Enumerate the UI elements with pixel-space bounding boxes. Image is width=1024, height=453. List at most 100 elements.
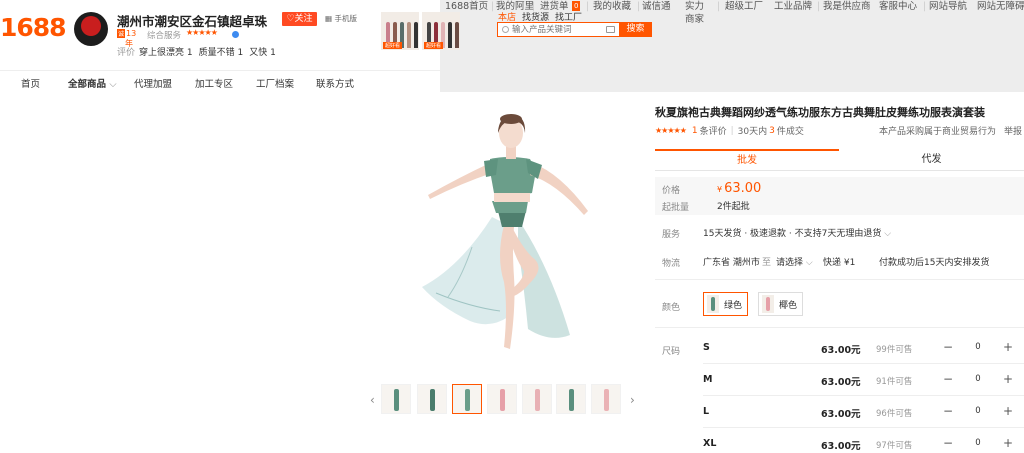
destination-select[interactable]: 请选择 ⌵ [776, 255, 813, 268]
moq-value: 2件起批 [717, 202, 750, 212]
nav-divider: | [637, 1, 641, 12]
increment-button[interactable]: + [1000, 339, 1016, 355]
sales-prefix: 30天内 [737, 127, 768, 137]
thumbnail[interactable] [556, 384, 586, 414]
nav-service-center[interactable]: 客服中心 [879, 0, 917, 13]
sales-unit: 件成交 [776, 127, 804, 137]
search-button[interactable]: 搜索 [619, 22, 652, 37]
size-label: 尺码 [662, 347, 681, 357]
review-tag[interactable]: 穿上很漂亮 1 [139, 45, 193, 58]
review-count[interactable]: 1 [692, 126, 698, 136]
size-stock: 99件可售 [876, 345, 913, 355]
shop-nav-contact[interactable]: 联系方式 [316, 76, 354, 90]
color-swatch [707, 295, 719, 313]
report-link[interactable]: 举报 [1004, 124, 1022, 137]
price: ¥63.00 [717, 181, 761, 196]
tab-wholesale[interactable]: 批发 [655, 149, 839, 171]
quantity-input[interactable] [956, 435, 1000, 451]
shop-nav-agency[interactable]: 代理加盟 [134, 76, 172, 90]
size-price: 63.00元 [821, 345, 861, 356]
nav-supplier[interactable]: 我是供应商 [823, 0, 871, 13]
quantity-input[interactable] [956, 339, 1000, 355]
increment-button[interactable]: + [1000, 403, 1016, 419]
thumbnail[interactable] [417, 384, 447, 414]
camera-icon[interactable] [606, 26, 615, 33]
rating-stars: ★★★★★ [186, 28, 218, 37]
service-info[interactable]: 15天发货 · 极速退款 · 不支持7天无理由退货 ⌵ [703, 226, 891, 239]
decrement-button[interactable]: − [940, 403, 956, 419]
currency-symbol: ¥ [717, 185, 723, 194]
product-meta: ★★★★★ 1 条评价 | 30天内 3 件成交 [655, 124, 804, 138]
trust-badge-icon: 诚 [117, 29, 126, 38]
express-fee: 快递 ¥1 [823, 258, 856, 268]
price-box: 价格 ¥63.00 起批量 2件起批 [655, 177, 1024, 215]
chevron-down-icon[interactable]: ⌵ [253, 12, 260, 22]
nav-home[interactable]: 1688首页 [445, 0, 488, 13]
shop-nav-processing[interactable]: 加工专区 [195, 76, 233, 90]
thumbnail[interactable] [591, 384, 621, 414]
to-label: 至 [762, 258, 772, 268]
nav-favorites[interactable]: 我的收藏 [593, 0, 631, 13]
chevron-right-icon[interactable]: › [630, 393, 635, 407]
color-option-label: 椰色 [779, 300, 798, 311]
trade-note: 本产品采购属于商业贸易行为 [879, 127, 997, 137]
nav-divider: | [717, 1, 721, 12]
search-input[interactable] [498, 23, 598, 36]
review-tag[interactable]: 又快 1 [249, 45, 276, 58]
size-row: S 63.00元 99件可售 − + [703, 332, 1024, 364]
promo-thumbnail[interactable]: 超好看 [422, 12, 460, 50]
nav-divider: | [586, 1, 590, 12]
decrement-button[interactable]: − [940, 339, 956, 355]
product-main-image[interactable] [400, 107, 640, 379]
shop-logo-mark [81, 16, 101, 36]
mobile-link[interactable]: ▦ 手机版 [325, 13, 357, 24]
increment-button[interactable]: + [1000, 435, 1016, 451]
review-unit[interactable]: 条评价 [700, 124, 727, 137]
heart-icon: ♡ [286, 14, 295, 24]
promo-tag: 超好看 [383, 42, 403, 49]
nav-super-factory[interactable]: 超级工厂 [725, 0, 763, 13]
chevron-down-icon: ⌵ [805, 258, 813, 268]
rating-label: 综合服务 [147, 31, 182, 41]
nav-site-map[interactable]: 网站导航 [929, 0, 967, 13]
shop-nav-home[interactable]: 首页 [21, 76, 40, 90]
shop-avatar[interactable] [74, 12, 108, 46]
chevron-left-icon[interactable]: ‹ [370, 393, 375, 407]
follow-button[interactable]: ♡关注 [282, 12, 317, 26]
size-row: M 63.00元 91件可售 − + [703, 364, 1024, 396]
site-logo[interactable]: 1688 [0, 13, 67, 42]
decrement-button[interactable]: − [940, 435, 956, 451]
promo-thumbnail[interactable]: 超好看 [381, 12, 419, 50]
thumbnail-strip: ‹ › [366, 383, 642, 417]
shop-nav-factory-profile[interactable]: 工厂档案 [256, 76, 294, 90]
size-row: XL 63.00元 97件可售 − + [703, 428, 1024, 453]
size-price: 63.00元 [821, 409, 861, 420]
quantity-input[interactable] [956, 371, 1000, 387]
divider [655, 279, 1024, 280]
increment-button[interactable]: + [1000, 371, 1016, 387]
tab-dropship[interactable]: 代发 [839, 149, 1024, 171]
quantity-stepper: − + [940, 401, 1016, 421]
ship-note: 付款成功后15天内安排发货 [879, 258, 990, 268]
mobile-label: 手机版 [334, 14, 357, 23]
verified-icon [232, 31, 239, 38]
nav-industrial-brand[interactable]: 工业品牌 [774, 0, 812, 13]
color-option-coconut[interactable]: 椰色 [758, 292, 804, 316]
color-option-green[interactable]: 绿色 [703, 292, 749, 316]
color-option-label: 绿色 [724, 300, 743, 311]
nav-chengxintong[interactable]: 诚信通 [642, 0, 671, 13]
review-tag[interactable]: 质量不错 1 [199, 45, 244, 58]
decrement-button[interactable]: − [940, 371, 956, 387]
follow-label: 关注 [294, 14, 313, 24]
size-name: L [703, 406, 710, 417]
thumbnail[interactable] [522, 384, 552, 414]
nav-accessibility[interactable]: 网站无障碍 [977, 0, 1024, 13]
shop-nav-all-products[interactable]: 全部商品 ⌵ [68, 76, 117, 90]
thumbnail[interactable] [487, 384, 517, 414]
search-box [497, 22, 619, 37]
nav-verified-supplier[interactable]: 实力商家 [685, 0, 713, 26]
thumbnail-selected[interactable] [452, 384, 482, 414]
quantity-input[interactable] [956, 403, 1000, 419]
thumbnail[interactable] [381, 384, 411, 414]
size-price: 63.00元 [821, 377, 861, 388]
